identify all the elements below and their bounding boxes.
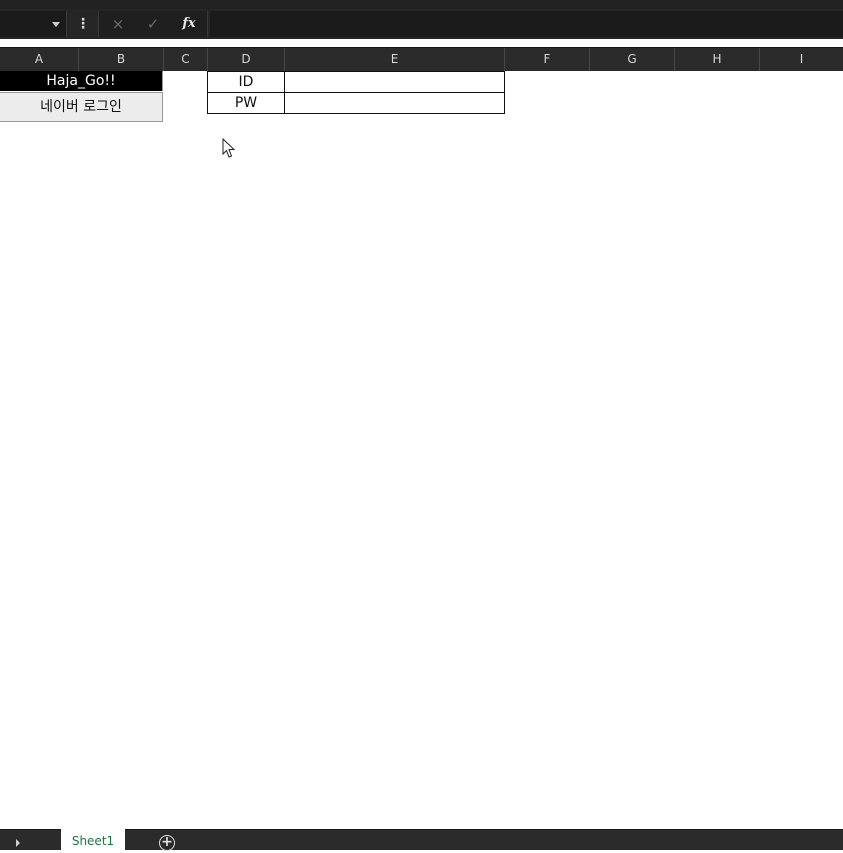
column-header-a[interactable]: A — [0, 48, 79, 71]
column-header-f[interactable]: F — [505, 48, 590, 71]
table-row: PW — [207, 92, 505, 114]
column-header-e[interactable]: E — [285, 48, 505, 71]
chevron-right-icon — [16, 839, 20, 847]
insert-function-icon[interactable]: fx — [174, 11, 204, 37]
check-icon[interactable]: ✓ — [138, 11, 168, 37]
column-header-i[interactable]: I — [760, 48, 843, 71]
column-header-b[interactable]: B — [79, 48, 164, 71]
formula-bar: ⋮ × ✓ fx — [0, 9, 843, 39]
tab-scroll-right[interactable] — [0, 830, 60, 850]
table-row: ID — [207, 71, 505, 93]
haja-go-button[interactable]: Haja_Go!! — [0, 71, 163, 91]
id-value-cell[interactable] — [284, 71, 505, 93]
tab-sheet1[interactable]: Sheet1 — [61, 829, 125, 850]
more-options-icon[interactable]: ⋮ — [76, 14, 90, 34]
column-header-g[interactable]: G — [590, 48, 675, 71]
pw-label-cell[interactable]: PW — [207, 92, 285, 114]
formula-input[interactable] — [210, 11, 843, 37]
pw-value-cell[interactable] — [284, 92, 505, 114]
id-label-cell[interactable]: ID — [207, 71, 285, 93]
name-box[interactable] — [0, 11, 67, 37]
chevron-down-icon[interactable] — [52, 22, 60, 27]
mouse-pointer-icon — [222, 138, 236, 158]
sheet-tab-bar: Sheet1 + — [0, 829, 843, 851]
column-header-d[interactable]: D — [208, 48, 285, 71]
sheet-grid[interactable] — [0, 71, 843, 829]
column-header-h[interactable]: H — [675, 48, 760, 71]
column-header-row: A B C D E F G H I — [0, 47, 843, 72]
column-header-c[interactable]: C — [164, 48, 208, 71]
login-table: ID PW — [207, 71, 505, 114]
naver-login-button[interactable]: 네이버 로그인 — [0, 92, 163, 122]
cancel-icon[interactable]: × — [103, 11, 133, 37]
formula-buttons: × ✓ fx — [98, 11, 208, 37]
